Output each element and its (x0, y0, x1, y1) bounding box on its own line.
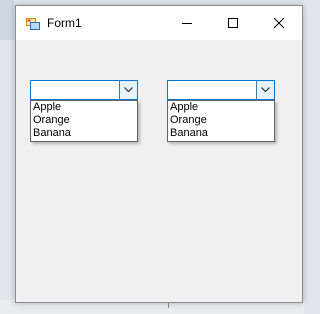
close-button[interactable] (256, 6, 302, 40)
dropdown-button-left[interactable] (119, 81, 137, 99)
minimize-icon (182, 23, 192, 24)
list-item[interactable]: Orange (168, 114, 274, 127)
chevron-down-icon (261, 87, 270, 93)
chevron-down-icon (124, 87, 133, 93)
fruit-combobox-right[interactable] (167, 80, 275, 100)
dropdown-list-right: Apple Orange Banana (167, 100, 275, 142)
dropdown-list-left: Apple Orange Banana (30, 100, 138, 142)
desktop-background (0, 0, 14, 40)
minimize-button[interactable] (164, 6, 210, 40)
list-item[interactable]: Banana (31, 127, 137, 140)
form-client-area: Apple Orange Banana Apple Orange Banana (16, 40, 302, 302)
window-title: Form1 (47, 16, 82, 30)
title-bar[interactable]: Form1 (16, 6, 302, 40)
close-icon (274, 18, 284, 28)
fruit-combobox-left[interactable] (30, 80, 138, 100)
list-item[interactable]: Banana (168, 127, 274, 140)
maximize-button[interactable] (210, 6, 256, 40)
form-window: Form1 Apple Orange Banana Apple Orange B… (15, 5, 303, 303)
app-icon[interactable] (26, 17, 40, 30)
list-item[interactable]: Apple (31, 101, 137, 114)
list-item[interactable]: Apple (168, 101, 274, 114)
list-item[interactable]: Orange (31, 114, 137, 127)
dropdown-button-right[interactable] (256, 81, 274, 99)
maximize-icon (228, 18, 238, 28)
